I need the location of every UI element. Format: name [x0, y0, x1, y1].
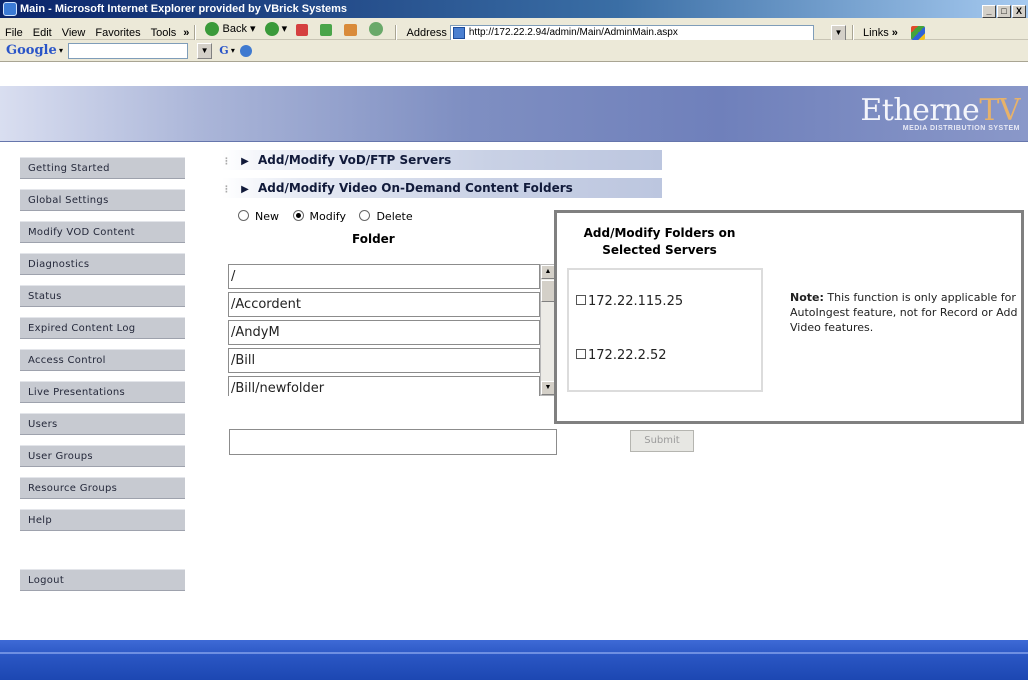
google-search-input[interactable] — [68, 43, 189, 60]
address-url: http://172.22.2.94/admin/Main/AdminMain.… — [468, 27, 678, 39]
google-logo[interactable]: Google — [6, 40, 57, 62]
address-bar[interactable]: http://172.22.2.94/admin/Main/AdminMain.… — [449, 25, 814, 42]
footer-bar — [0, 640, 1028, 680]
stop-icon — [296, 24, 309, 36]
toolbar-separator — [395, 25, 398, 42]
sidebar-item-live-presentations[interactable]: Live Presentations — [20, 381, 185, 403]
submit-button[interactable]: Submit — [630, 430, 694, 452]
google-search-button[interactable]: G — [219, 44, 228, 57]
server-checkbox-1[interactable] — [576, 295, 586, 305]
toolbar-separator — [194, 25, 197, 42]
google-pagerank-icon[interactable] — [239, 45, 252, 58]
sidebar-item-user-groups[interactable]: User Groups — [20, 445, 185, 467]
radio-delete-circle[interactable] — [359, 210, 371, 221]
server-label-1: 172.22.115.25 — [588, 294, 684, 309]
folder-item[interactable]: /Bill/newfolder — [228, 376, 540, 396]
address-label: Address — [406, 27, 447, 39]
maximize-button[interactable]: □ — [997, 5, 1011, 18]
folder-item[interactable]: /AndyM — [228, 320, 540, 345]
server-option-2[interactable]: 172.22.2.52 — [576, 348, 667, 363]
radio-delete-label: Delete — [376, 210, 413, 223]
history-icon — [369, 22, 384, 36]
sidebar-item-modify-vod-content[interactable]: Modify VOD Content — [20, 221, 185, 243]
grip-icon: ⋮ — [222, 185, 231, 195]
logout-button[interactable]: Logout — [20, 569, 185, 591]
links-overflow-chevron[interactable]: » — [892, 27, 898, 39]
google-menu-chevron-icon[interactable]: ▾ — [57, 46, 63, 55]
server-label-2: 172.22.2.52 — [588, 348, 667, 363]
google-toolbar: Google ▾ ▼ G ▾ — [0, 40, 1028, 62]
radio-modify-circle[interactable] — [292, 210, 304, 221]
home-icon — [344, 24, 358, 36]
folder-list[interactable]: / /Accordent /AndyM /Bill /Bill/newfolde… — [228, 264, 540, 396]
refresh-button[interactable] — [317, 24, 338, 36]
window-title-bar: Main - Microsoft Internet Explorer provi… — [0, 0, 1028, 18]
folder-item[interactable]: /Bill — [228, 348, 540, 373]
radio-new-circle[interactable] — [238, 210, 249, 221]
sidebar-item-access-control[interactable]: Access Control — [20, 349, 185, 371]
menu-toolbar: File Edit View Favorites Tools» Back ▾ ▾ Add… — [0, 18, 1028, 42]
folder-item[interactable]: / — [228, 264, 540, 289]
sidebar-item-expired-content-log[interactable]: Expired Content Log — [20, 317, 185, 339]
note-text: This function is only applicable for Aut… — [790, 291, 1018, 334]
sidebar-item-resource-groups[interactable]: Resource Groups — [20, 477, 185, 499]
close-button[interactable]: X — [1012, 5, 1026, 18]
sidebar-item-users[interactable]: Users — [20, 413, 185, 435]
app-header-banner: EtherneTV MEDIA DISTRIBUTION SYSTEM — [0, 86, 1028, 142]
new-folder-input[interactable] — [229, 429, 557, 455]
history-button[interactable] — [366, 22, 389, 36]
sidebar-item-diagnostics[interactable]: Diagnostics — [20, 253, 185, 275]
radio-delete[interactable]: Delete — [359, 210, 413, 223]
servers-panel-title: Add/Modify Folders on Selected Servers — [583, 226, 736, 257]
radio-new[interactable]: New — [238, 210, 279, 223]
back-label: Back — [222, 23, 247, 35]
ie-icon — [3, 2, 17, 16]
home-button[interactable] — [341, 24, 363, 36]
stop-button[interactable] — [293, 24, 314, 36]
server-checkbox-2[interactable] — [576, 349, 586, 359]
sidebar-item-status[interactable]: Status — [20, 285, 185, 307]
ethernetv-logo: EtherneTV MEDIA DISTRIBUTION SYSTEM — [860, 93, 1020, 133]
section-vod-content-folders[interactable]: ⋮ ▶ Add/Modify Video On-Demand Content Fol… — [222, 178, 662, 198]
status-strip — [0, 680, 1028, 694]
links-label[interactable]: Links — [860, 27, 892, 39]
google-search-dropdown[interactable]: ▼ — [197, 43, 213, 60]
folder-item[interactable]: /Accordent — [228, 292, 540, 317]
scroll-up-button[interactable]: ▲ — [541, 265, 555, 279]
brand-name: EtherneTV — [860, 93, 1020, 128]
servers-panel: Add/Modify Folders on Selected Servers 1… — [554, 210, 1024, 424]
grip-icon: ⋮ — [222, 157, 231, 167]
action-radio-group: New Modify Delete — [238, 210, 423, 223]
expand-arrow-icon: ▶ — [241, 156, 249, 167]
radio-new-label: New — [255, 210, 279, 223]
toolbar-separator — [851, 25, 854, 42]
forward-button[interactable]: ▾ — [262, 18, 291, 40]
radio-modify-label: Modify — [309, 210, 346, 223]
sidebar-item-getting-started[interactable]: Getting Started — [20, 157, 185, 179]
page-icon — [452, 27, 465, 40]
scroll-thumb[interactable] — [541, 280, 555, 302]
forward-arrow-icon — [264, 22, 279, 36]
minimize-button[interactable]: _ — [982, 5, 996, 18]
back-arrow-icon — [205, 22, 220, 36]
scroll-down-button[interactable]: ▼ — [541, 381, 555, 395]
expand-arrow-icon: ▶ — [241, 184, 249, 195]
server-option-1[interactable]: 172.22.115.25 — [576, 294, 683, 309]
section-vod-ftp-servers-label: Add/Modify VoD/FTP Servers — [258, 153, 452, 167]
section-vod-ftp-servers[interactable]: ⋮ ▶ Add/Modify VoD/FTP Servers — [222, 150, 662, 170]
windows-logo-icon — [910, 26, 925, 41]
window-title: Main - Microsoft Internet Explorer provi… — [20, 3, 348, 15]
refresh-icon — [320, 24, 333, 36]
section-vod-content-folders-label: Add/Modify Video On-Demand Content Folde… — [258, 181, 573, 195]
back-button[interactable]: Back ▾ — [202, 18, 258, 40]
sidebar-item-global-settings[interactable]: Global Settings — [20, 189, 185, 211]
sidebar-item-help[interactable]: Help — [20, 509, 185, 531]
radio-modify[interactable]: Modify — [292, 210, 346, 223]
google-g-chevron-icon[interactable]: ▾ — [229, 46, 235, 55]
server-checklist: 172.22.115.25 172.22.2.52 — [567, 268, 763, 392]
folder-column-header: Folder — [352, 232, 395, 246]
note-label: Note: — [790, 291, 824, 304]
address-dropdown-button[interactable]: ▼ — [830, 25, 846, 42]
autoingest-note: Note: This function is only applicable f… — [790, 290, 1020, 335]
